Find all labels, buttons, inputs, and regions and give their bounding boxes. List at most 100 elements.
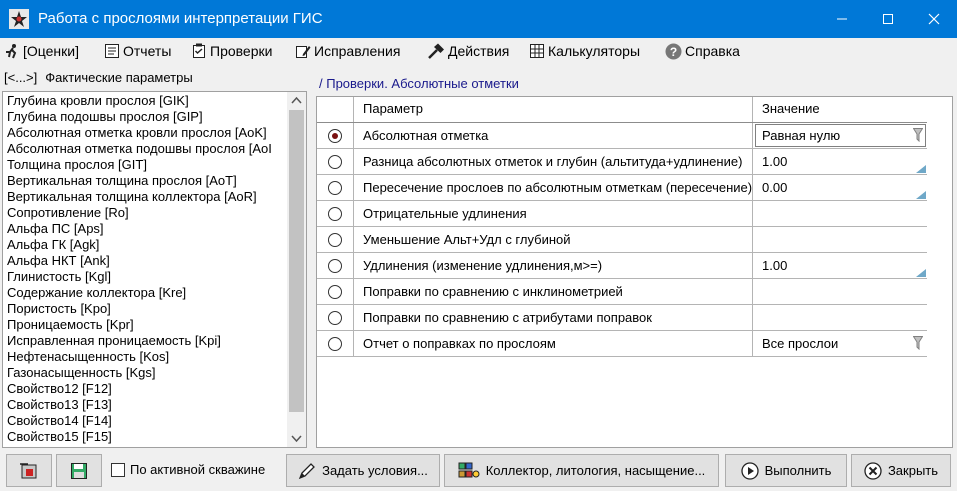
table-row[interactable]: Поправки по сравнению с инклинометрией: [317, 279, 927, 305]
list-item[interactable]: Пористость [Kpo]: [7, 301, 111, 317]
table-row[interactable]: Пересечение прослоев по абсолютным отмет…: [317, 175, 927, 201]
list-item[interactable]: Альфа ГК [Agk]: [7, 237, 99, 253]
value-cell[interactable]: 0.00: [754, 175, 927, 200]
maximize-button[interactable]: [865, 0, 911, 38]
row-selector[interactable]: [317, 123, 354, 148]
collector-label: Коллектор, литология, насыщение...: [485, 463, 706, 478]
radio-button[interactable]: [328, 285, 342, 299]
row-selector[interactable]: [317, 201, 354, 226]
menu-label: [Оценки]: [23, 43, 79, 59]
radio-button[interactable]: [328, 207, 342, 221]
close-button[interactable]: Закрыть: [851, 454, 951, 487]
list-item[interactable]: Глубина подошвы прослоя [GIP]: [7, 109, 203, 125]
table-row[interactable]: Поправки по сравнению с атрибутами попра…: [317, 305, 927, 331]
spin-corner-icon[interactable]: [916, 269, 926, 277]
menu-label: Действия: [448, 43, 510, 59]
row-selector[interactable]: [317, 149, 354, 174]
radio-button[interactable]: [328, 259, 342, 273]
table-row[interactable]: Разница абсолютных отметок и глубин (аль…: [317, 149, 927, 175]
value-cell[interactable]: [754, 305, 927, 330]
checkbox-label: По активной скважине: [130, 462, 266, 477]
list-item[interactable]: Вертикальная толщина коллектора [AoR]: [7, 189, 257, 205]
list-item[interactable]: Сопротивление [Ro]: [7, 205, 129, 221]
list-item[interactable]: Содержание коллектора [Kre]: [7, 285, 186, 301]
minimize-button[interactable]: [819, 0, 865, 38]
list-item[interactable]: Абсолютная отметка кровли прослоя [AoK]: [7, 125, 267, 141]
radio-button[interactable]: [328, 337, 342, 351]
value-cell[interactable]: [754, 227, 927, 252]
list-item[interactable]: Абсолютная отметка подошвы прослоя [AoI: [7, 141, 272, 157]
table-row[interactable]: Абсолютная отметка Равная нулю: [317, 123, 927, 149]
menu-calculators[interactable]: Калькуляторы: [529, 41, 640, 61]
scroll-thumb[interactable]: [289, 110, 304, 412]
checks-breadcrumb: / Проверки. Абсолютные отметки: [319, 76, 519, 91]
scroll-up-button[interactable]: [287, 92, 306, 109]
list-item[interactable]: Альфа ПС [Aps]: [7, 221, 104, 237]
list-item[interactable]: Толщина прослоя [GIT]: [7, 157, 147, 173]
list-scrollbar[interactable]: [287, 92, 306, 447]
collector-lithology-button[interactable]: Коллектор, литология, насыщение...: [444, 454, 719, 487]
row-selector[interactable]: [317, 331, 354, 356]
table-row[interactable]: Отрицательные удлинения: [317, 201, 927, 227]
table-row[interactable]: Уменьшение Альт+Удл с глубиной: [317, 227, 927, 253]
parameters-list[interactable]: Глубина кровли прослоя [GIK] Глубина под…: [2, 91, 307, 448]
spin-corner-icon[interactable]: [916, 191, 926, 199]
list-item[interactable]: Нефтенасыщенность [Kos]: [7, 349, 169, 365]
value-cell[interactable]: Равная нулю: [754, 123, 927, 148]
row-selector[interactable]: [317, 253, 354, 278]
value-cell[interactable]: Все прослои: [754, 331, 927, 356]
run-label: Выполнить: [764, 463, 832, 478]
menu-corrections[interactable]: Исправления: [295, 41, 400, 61]
list-item[interactable]: Исправленная проницаемость [Kpi]: [7, 333, 221, 349]
radio-button-checked[interactable]: [328, 129, 342, 143]
radio-button[interactable]: [328, 155, 342, 169]
value-cell[interactable]: [754, 201, 927, 226]
menu-estimates[interactable]: [Оценки]: [4, 41, 79, 61]
funnel-dropdown-icon[interactable]: [913, 128, 923, 142]
radio-button[interactable]: [328, 233, 342, 247]
list-item[interactable]: Глубина кровли прослоя [GIK]: [7, 93, 189, 109]
list-item[interactable]: Свойство13 [F13]: [7, 397, 112, 413]
list-item[interactable]: Проницаемость [Kpr]: [7, 317, 134, 333]
list-item[interactable]: Альфа НКТ [Ank]: [7, 253, 110, 269]
runner-icon: [6, 44, 17, 59]
list-item[interactable]: Свойство14 [F14]: [7, 413, 112, 429]
list-item[interactable]: Глинистость [Kgl]: [7, 269, 111, 285]
pencil-icon: [296, 46, 311, 58]
checkbox-box[interactable]: [111, 462, 125, 477]
menu-help[interactable]: ? Справка: [665, 41, 740, 61]
radio-button[interactable]: [328, 311, 342, 325]
set-conditions-button[interactable]: Задать условия...: [286, 454, 440, 487]
row-selector[interactable]: [317, 175, 354, 200]
nav-back-button[interactable]: [<...>]: [4, 70, 37, 85]
row-selector[interactable]: [317, 305, 354, 330]
spin-corner-icon[interactable]: [916, 165, 926, 173]
column-header-param[interactable]: Параметр: [355, 97, 753, 122]
active-well-checkbox[interactable]: По активной скважине: [111, 462, 265, 477]
column-header-value[interactable]: Значение: [754, 97, 927, 122]
close-window-button[interactable]: [911, 0, 957, 38]
table-row[interactable]: Отчет о поправках по прослоям Все просло…: [317, 331, 927, 357]
scroll-down-button[interactable]: [287, 430, 306, 447]
report-icon: [105, 44, 119, 58]
row-selector[interactable]: [317, 279, 354, 304]
table-row[interactable]: Удлинения (изменение удлинения,м>=) 1.00: [317, 253, 927, 279]
list-item[interactable]: Свойство15 [F15]: [7, 429, 112, 445]
funnel-dropdown-icon[interactable]: [913, 336, 923, 350]
save-button[interactable]: [56, 454, 102, 487]
menu-actions[interactable]: Действия: [427, 41, 509, 61]
value-cell[interactable]: 1.00: [754, 253, 927, 278]
param-cell: Поправки по сравнению с инклинометрией: [355, 279, 753, 304]
list-item[interactable]: Свойство12 [F12]: [7, 381, 112, 397]
radio-button[interactable]: [328, 181, 342, 195]
row-selector[interactable]: [317, 227, 354, 252]
menu-reports[interactable]: Отчеты: [104, 41, 171, 61]
list-item[interactable]: Газонасыщенность [Kgs]: [7, 365, 156, 381]
value-cell[interactable]: [754, 279, 927, 304]
list-item[interactable]: Вертикальная толщина прослоя [AoT]: [7, 173, 237, 189]
param-cell: Разница абсолютных отметок и глубин (аль…: [355, 149, 753, 174]
export-button[interactable]: [6, 454, 52, 487]
value-cell[interactable]: 1.00: [754, 149, 927, 174]
menu-checks[interactable]: Проверки: [191, 41, 272, 61]
run-button[interactable]: Выполнить: [725, 454, 847, 487]
